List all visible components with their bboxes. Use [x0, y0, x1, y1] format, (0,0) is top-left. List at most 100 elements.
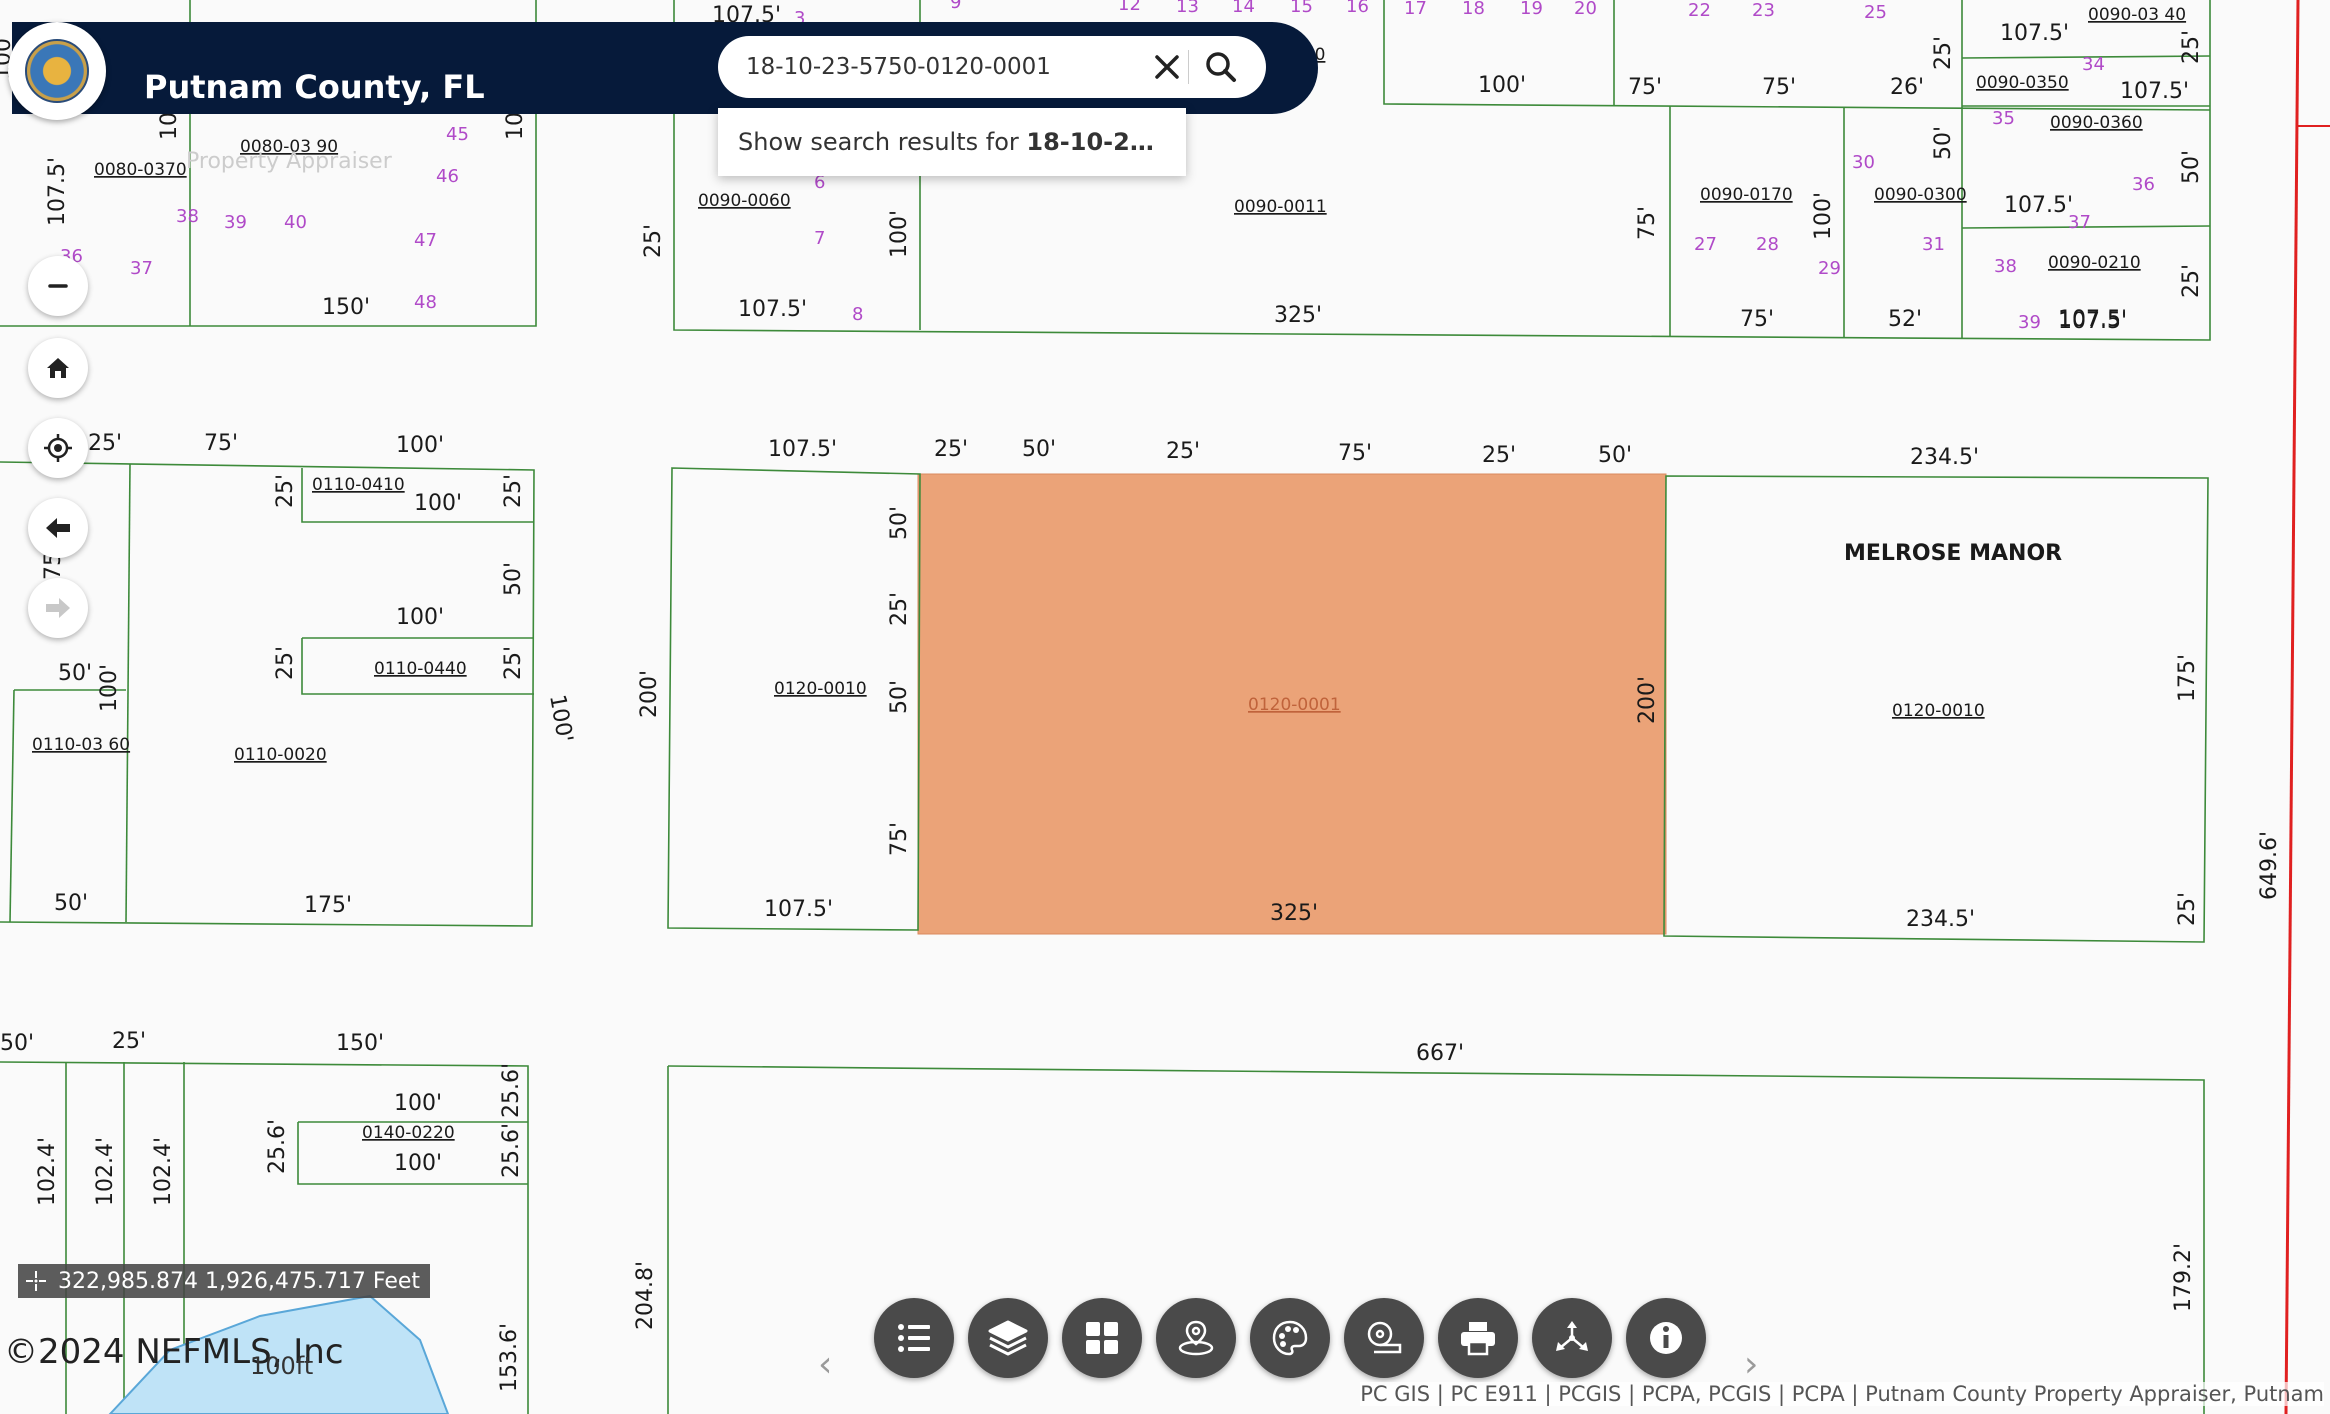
dimension-label: 25'	[273, 474, 298, 508]
locate-button[interactable]	[28, 418, 88, 478]
dimension-label: 325'	[1274, 303, 1322, 328]
parcel-id[interactable]: 0140-0220	[362, 1123, 455, 1143]
parcel-id[interactable]: 0080-0370	[94, 160, 187, 180]
toolbar-next-button[interactable]: ›	[1744, 1344, 1758, 1385]
list-icon	[898, 1324, 930, 1352]
dimension-label: 107.5'	[764, 897, 833, 922]
parcel-id[interactable]: 0110-03 60	[32, 735, 130, 755]
parcel-id[interactable]: 0090-0360	[2050, 113, 2143, 133]
lot-number: 19	[1520, 0, 1543, 19]
parcel-id[interactable]: 0090-0060	[698, 191, 791, 211]
dimension-label: 25.6'	[265, 1119, 290, 1174]
subdivision-label: MELROSE MANOR	[1844, 541, 2062, 566]
parcel-id[interactable]: 0110-0020	[234, 745, 327, 765]
dimension-label: 50'	[0, 1031, 34, 1056]
lot-number: 16	[1346, 0, 1369, 17]
dimension-label: 150'	[336, 1031, 384, 1056]
selected-parcel-id[interactable]: 0120-0001	[1248, 695, 1341, 715]
lot-number: 23	[1752, 0, 1775, 21]
parcel-id[interactable]: 0120-0010	[774, 679, 867, 699]
parcel-id[interactable]: 0120-0010	[1892, 701, 1985, 721]
parcel-id[interactable]: 0090-0210	[2048, 253, 2141, 273]
dimension-label: 50'	[1022, 437, 1056, 462]
dimension-label: 175'	[2175, 654, 2200, 702]
dimension-label: 75'	[1762, 75, 1796, 100]
lot-number: 7	[814, 228, 825, 249]
dimension-label: 107.5'	[2058, 309, 2127, 334]
location-button[interactable]	[1156, 1298, 1236, 1378]
search-icon	[1206, 52, 1236, 82]
dimension-label: 100'	[396, 605, 444, 630]
lot-number: 25	[1864, 2, 1887, 23]
basemap-button[interactable]	[1062, 1298, 1142, 1378]
lot-number: 39	[224, 212, 247, 233]
lot-number: 47	[414, 230, 437, 251]
lot-number: 29	[1818, 258, 1841, 279]
zoom-out-button[interactable]	[28, 256, 88, 316]
dimension-label: 325'	[1270, 901, 1318, 926]
back-button[interactable]	[28, 498, 88, 558]
search-button[interactable]	[1200, 46, 1242, 88]
county-seal-icon[interactable]	[8, 22, 106, 120]
info-button[interactable]	[1626, 1298, 1706, 1378]
toolbar-prev-button[interactable]: ‹	[818, 1344, 832, 1385]
dimension-label: 234.5'	[1910, 445, 1979, 470]
dimension-label: 50'	[1931, 126, 1956, 160]
scale-label: 100ft	[250, 1352, 314, 1380]
parcel-id[interactable]: 0110-0410	[312, 475, 405, 495]
dimension-label: 107.5'	[768, 437, 837, 462]
dimension-label: 75'	[1628, 75, 1662, 100]
dimension-label: 50'	[58, 661, 92, 686]
parcel-map[interactable]: MELROSE MANOR 0080-0370 0080-03 90 0090-…	[0, 0, 2330, 1414]
layers-button[interactable]	[968, 1298, 1048, 1378]
dimension-label: 100'	[97, 664, 122, 712]
dimension-label: 75'	[1740, 307, 1774, 332]
home-button[interactable]	[28, 338, 88, 398]
parcel-id[interactable]: 0090-0300	[1874, 185, 1967, 205]
share-icon	[1556, 1321, 1588, 1351]
dimension-label: 100'	[544, 693, 577, 745]
legend-button[interactable]	[874, 1298, 954, 1378]
lot-number: 15	[1290, 0, 1313, 17]
parcel-id[interactable]: 0090-0011	[1234, 197, 1327, 217]
dimension-label: 25'	[887, 592, 912, 626]
lot-number: 40	[284, 212, 307, 233]
search-input[interactable]	[746, 44, 1116, 90]
coordinate-readout: 322,985.874 1,926,475.717 Feet	[18, 1264, 431, 1298]
parcel-id[interactable]: 0110-0440	[374, 659, 467, 679]
back-icon	[46, 518, 70, 538]
locate-icon	[44, 434, 72, 462]
parcel-id[interactable]: 0090-0350	[1976, 73, 2069, 93]
parcel-id[interactable]: 0090-0170	[1700, 185, 1793, 205]
dimension-label: 25'	[1166, 439, 1200, 464]
style-button[interactable]	[1250, 1298, 1330, 1378]
dimension-label: 100'	[414, 491, 462, 516]
close-icon	[1155, 55, 1179, 79]
dimension-label: 100'	[394, 1151, 442, 1176]
dimension-label: 100'	[396, 433, 444, 458]
coordinate-text: 322,985.874 1,926,475.717 Feet	[58, 1268, 421, 1294]
layers-icon	[988, 1320, 1028, 1356]
parcel-id[interactable]: 0090-03 40	[2088, 5, 2186, 25]
dimension-label: 25'	[273, 646, 298, 680]
dimension-label: 50'	[887, 680, 912, 714]
search-suggestion[interactable]: Show search results for 18-10-2…	[718, 108, 1186, 176]
measure-button[interactable]	[1344, 1298, 1424, 1378]
dimension-label: 25'	[501, 646, 526, 680]
measure-icon	[1367, 1321, 1402, 1354]
lot-number: 36	[2132, 174, 2155, 195]
dimension-label: 107.5'	[738, 297, 807, 322]
print-button[interactable]	[1438, 1298, 1518, 1378]
search-divider	[1188, 50, 1189, 84]
dimension-label: 100'	[1811, 192, 1836, 240]
share-button[interactable]	[1532, 1298, 1612, 1378]
dimension-label: 25'	[2175, 892, 2200, 926]
lot-number: 46	[436, 166, 459, 187]
dimension-label: 75'	[204, 431, 238, 456]
forward-button[interactable]	[28, 578, 88, 638]
dimension-label: 25.6'	[499, 1123, 524, 1178]
dimension-label: 204.8'	[633, 1261, 658, 1330]
dimension-label: 153.6'	[497, 1323, 522, 1392]
clear-search-button[interactable]	[1146, 46, 1188, 88]
lot-number: 37	[2068, 212, 2091, 233]
